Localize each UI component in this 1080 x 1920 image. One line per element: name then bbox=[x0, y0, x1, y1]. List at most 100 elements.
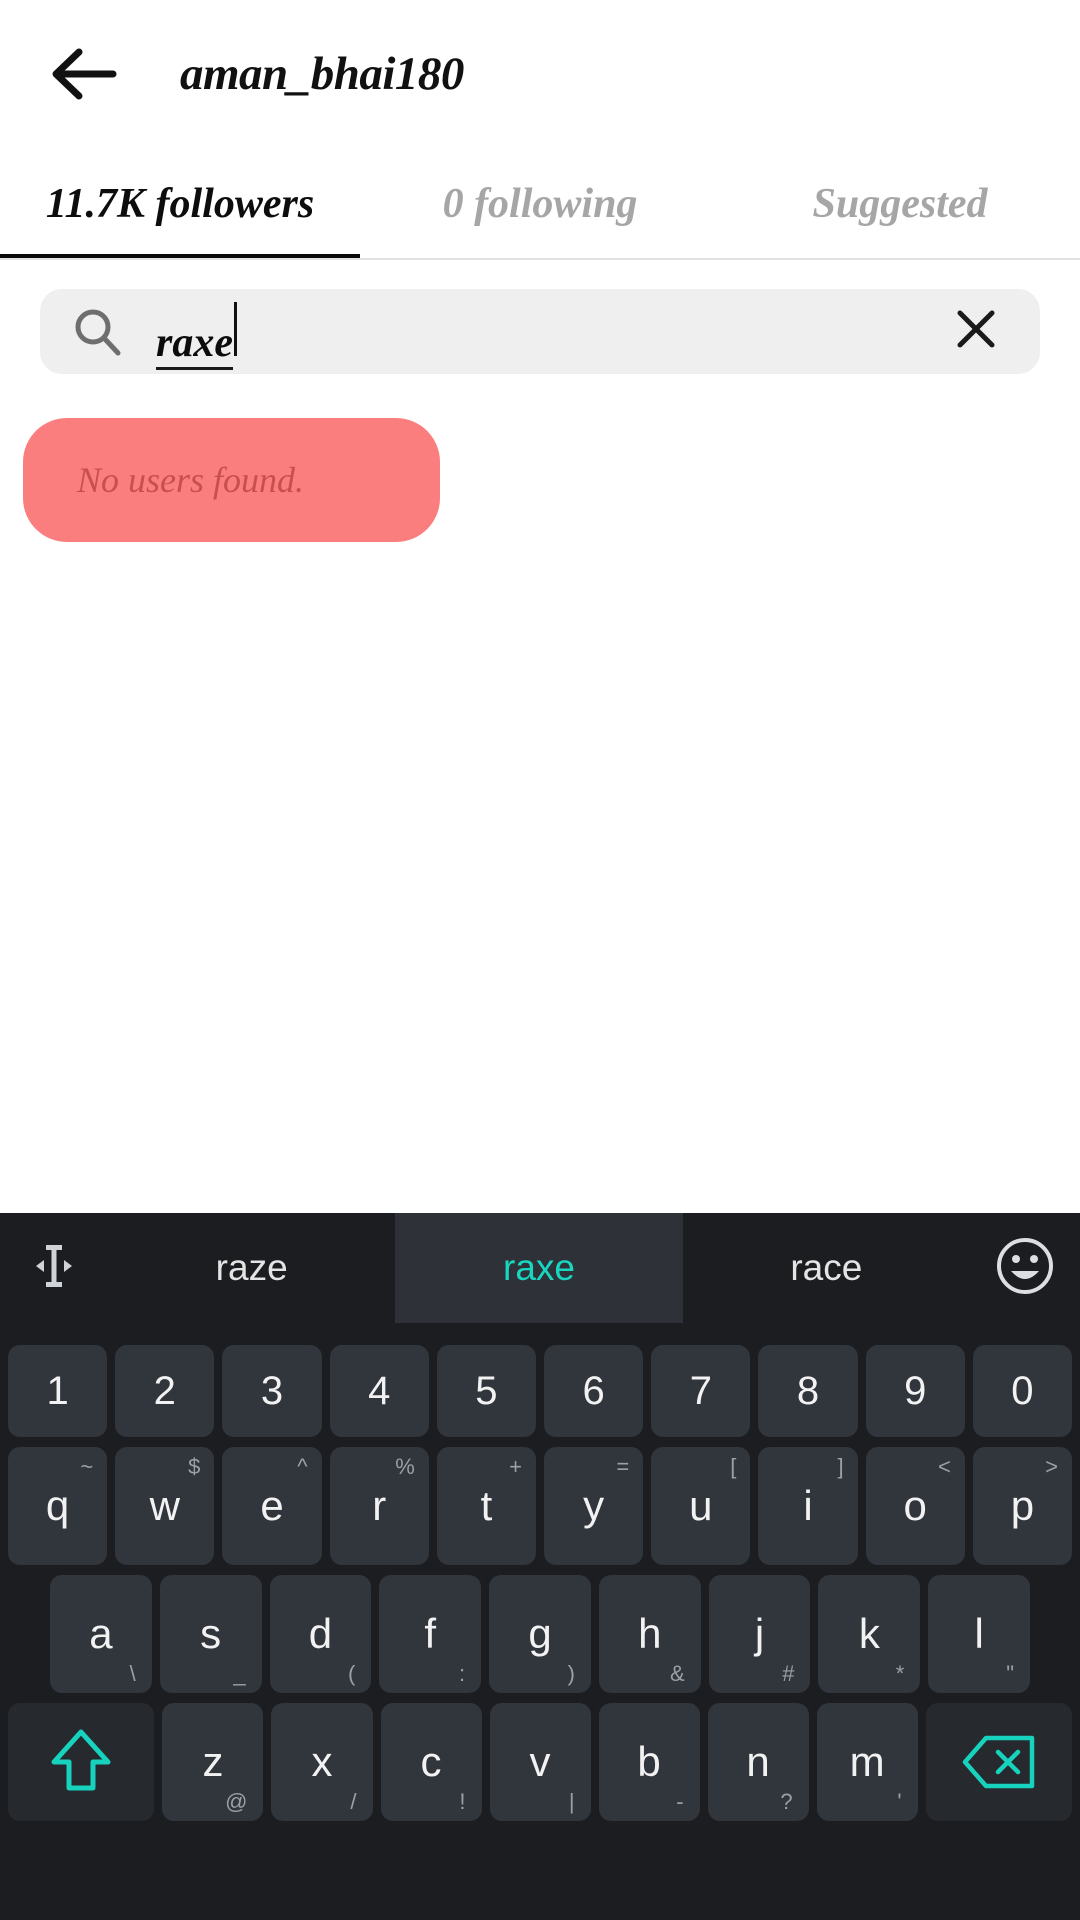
key-8[interactable]: 8 bbox=[758, 1345, 858, 1437]
key-secondary-label: - bbox=[676, 1789, 684, 1814]
shift-key[interactable] bbox=[8, 1703, 155, 1821]
key-secondary-label: $ bbox=[188, 1454, 201, 1479]
key-7[interactable]: 7 bbox=[651, 1345, 751, 1437]
text-cursor-move-button[interactable] bbox=[0, 1213, 108, 1323]
key-label: e bbox=[260, 1482, 284, 1529]
key-z[interactable]: z @ bbox=[162, 1703, 264, 1821]
key-label: 3 bbox=[260, 1369, 284, 1413]
tab-bar: 11.7K followers 0 following Suggested bbox=[0, 148, 1080, 260]
suggestion-bar: raze raxe race bbox=[0, 1213, 1080, 1323]
key-label: n bbox=[746, 1738, 770, 1785]
key-secondary-label: # bbox=[782, 1661, 795, 1686]
key-h[interactable]: h & bbox=[598, 1575, 701, 1693]
search-input-value: raxe bbox=[156, 322, 233, 370]
app-screen: aman_bhai180 11.7K followers 0 following… bbox=[0, 0, 1080, 1920]
key-u[interactable]: [u bbox=[651, 1447, 751, 1565]
suggestion-item[interactable]: raze bbox=[108, 1213, 395, 1323]
emoji-button[interactable] bbox=[970, 1213, 1080, 1323]
key-secondary-label: @ bbox=[225, 1789, 248, 1814]
key-m[interactable]: m ' bbox=[816, 1703, 918, 1821]
key-n[interactable]: n? bbox=[707, 1703, 809, 1821]
close-icon bbox=[952, 305, 1000, 358]
text-cursor-move-icon bbox=[22, 1237, 86, 1300]
key-i[interactable]: ] i bbox=[758, 1447, 858, 1565]
key-p[interactable]: > p bbox=[972, 1447, 1073, 1565]
tab-suggested-label: Suggested bbox=[812, 181, 988, 227]
tab-following-label: 0 following bbox=[442, 181, 638, 227]
key-a[interactable]: a \ bbox=[50, 1575, 152, 1693]
key-g[interactable]: g) bbox=[489, 1575, 591, 1693]
search-input[interactable]: raxe bbox=[156, 289, 946, 374]
key-t[interactable]: + t bbox=[436, 1447, 537, 1565]
key-y[interactable]: = y bbox=[544, 1447, 644, 1565]
back-button[interactable] bbox=[28, 19, 138, 129]
key-f[interactable]: f: bbox=[379, 1575, 482, 1693]
key-label: z bbox=[202, 1738, 224, 1785]
key-label: t bbox=[480, 1482, 493, 1529]
page-title: aman_bhai180 bbox=[180, 48, 464, 100]
key-e[interactable]: ^ e bbox=[222, 1447, 322, 1565]
key-j[interactable]: j # bbox=[708, 1575, 811, 1693]
key-5[interactable]: 5 bbox=[436, 1345, 537, 1437]
key-label: m bbox=[849, 1738, 885, 1785]
key-6[interactable]: 6 bbox=[544, 1345, 644, 1437]
key-label: f bbox=[424, 1610, 437, 1657]
suggestion-list: raze raxe race bbox=[108, 1213, 970, 1323]
key-label: 8 bbox=[796, 1369, 820, 1413]
key-secondary-label: ? bbox=[780, 1789, 793, 1814]
key-label: b bbox=[637, 1738, 661, 1785]
key-s[interactable]: s _ bbox=[159, 1575, 262, 1693]
key-9[interactable]: 9 bbox=[865, 1345, 965, 1437]
results-list-empty-area bbox=[0, 560, 1080, 1213]
key-2[interactable]: 2 bbox=[115, 1345, 215, 1437]
tab-suggested[interactable]: Suggested bbox=[720, 148, 1080, 260]
key-secondary-label: " bbox=[1006, 1661, 1015, 1686]
key-label: k bbox=[858, 1610, 880, 1657]
key-3[interactable]: 3 bbox=[222, 1345, 322, 1437]
key-c[interactable]: c! bbox=[380, 1703, 482, 1821]
key-secondary-label: * bbox=[895, 1661, 905, 1686]
key-l[interactable]: l " bbox=[928, 1575, 1031, 1693]
suggestion-item-selected[interactable]: raxe bbox=[395, 1213, 683, 1323]
key-k[interactable]: k * bbox=[818, 1575, 921, 1693]
key-secondary-label: _ bbox=[233, 1661, 246, 1686]
keyboard-home-row: a \ s _ d( f: g) h & j # k * l " bbox=[8, 1575, 1072, 1693]
tab-followers[interactable]: 11.7K followers bbox=[0, 148, 360, 260]
key-label: h bbox=[638, 1610, 662, 1657]
key-secondary-label: ! bbox=[459, 1789, 466, 1814]
key-v[interactable]: v | bbox=[489, 1703, 591, 1821]
backspace-key[interactable] bbox=[925, 1703, 1073, 1821]
keyboard-rows: 1 2 3 4 5 6 7 8 9 0 ~ q $ w ^ e % r + t = y [u… bbox=[0, 1345, 1080, 1821]
key-x[interactable]: x / bbox=[271, 1703, 373, 1821]
key-d[interactable]: d( bbox=[269, 1575, 372, 1693]
key-0[interactable]: 0 bbox=[972, 1345, 1073, 1437]
key-label: w bbox=[149, 1482, 180, 1529]
key-1[interactable]: 1 bbox=[8, 1345, 108, 1437]
key-r[interactable]: % r bbox=[329, 1447, 429, 1565]
key-w[interactable]: $ w bbox=[115, 1447, 215, 1565]
key-4[interactable]: 4 bbox=[329, 1345, 429, 1437]
key-q[interactable]: ~ q bbox=[8, 1447, 108, 1565]
key-secondary-label: ] bbox=[837, 1454, 844, 1479]
keyboard-bottom-row: z @ x / c! v | b- n? m ' bbox=[8, 1703, 1073, 1821]
key-o[interactable]: < o bbox=[865, 1447, 965, 1565]
clear-search-button[interactable] bbox=[946, 302, 1006, 362]
emoji-smiley-icon bbox=[994, 1235, 1056, 1302]
no-results-banner: No users found. bbox=[23, 418, 440, 542]
key-label: v bbox=[529, 1738, 551, 1785]
key-label: 1 bbox=[46, 1369, 69, 1413]
tabs-divider bbox=[0, 258, 1080, 260]
key-secondary-label: ' bbox=[897, 1789, 902, 1814]
key-secondary-label: ^ bbox=[297, 1454, 308, 1479]
key-label: 5 bbox=[475, 1369, 498, 1413]
key-b[interactable]: b- bbox=[598, 1703, 700, 1821]
tab-following[interactable]: 0 following bbox=[360, 148, 720, 260]
no-results-text: No users found. bbox=[77, 460, 305, 500]
suggestion-item[interactable]: race bbox=[683, 1213, 970, 1323]
key-secondary-label: < bbox=[937, 1454, 951, 1479]
key-secondary-label: [ bbox=[730, 1454, 737, 1479]
search-bar[interactable]: raxe bbox=[40, 289, 1040, 374]
key-label: 4 bbox=[368, 1369, 391, 1413]
on-screen-keyboard: raze raxe race 1 2 3 4 5 6 7 8 9 0 ~ q $… bbox=[0, 1213, 1080, 1920]
key-secondary-label: = bbox=[616, 1454, 630, 1479]
